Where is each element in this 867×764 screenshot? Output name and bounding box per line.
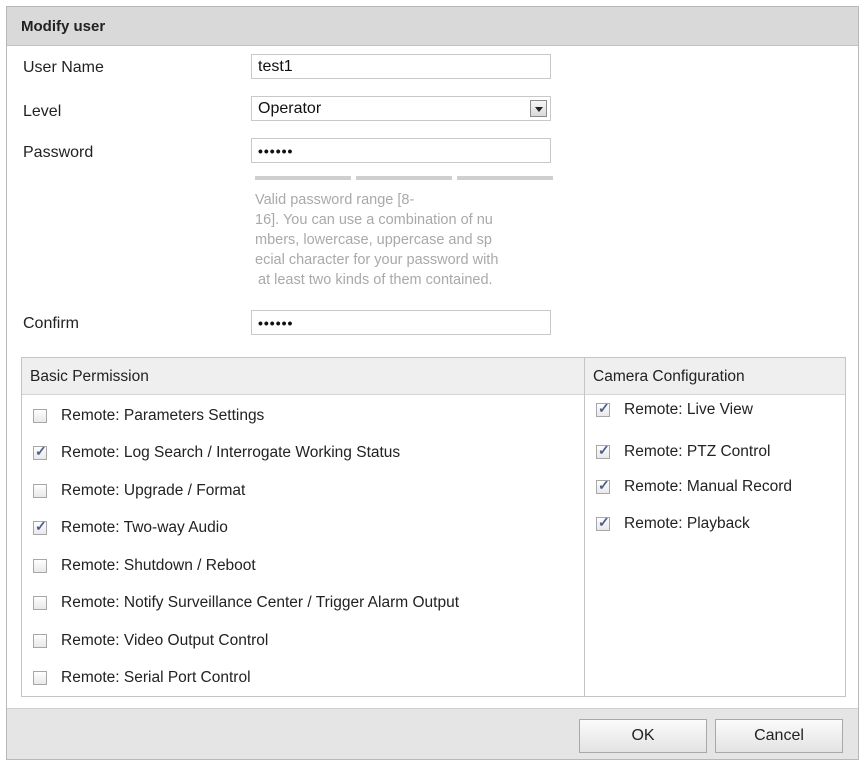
- camera-configuration-item-label: Remote: Manual Record: [624, 478, 792, 495]
- basic-permission-item[interactable]: Remote: Parameters Settings: [33, 407, 264, 425]
- permission-panel: Basic Permission Camera Configuration Re…: [21, 357, 846, 697]
- camera-configuration-item-label: Remote: Live View: [624, 401, 753, 418]
- camera-configuration-header: Camera Configuration: [585, 358, 845, 395]
- camera-configuration-item[interactable]: Remote: PTZ Control: [596, 442, 771, 461]
- basic-permission-item[interactable]: Remote: Notify Surveillance Center / Tri…: [33, 594, 459, 612]
- checkbox-checked[interactable]: [596, 400, 610, 417]
- password-label: Password: [23, 144, 94, 161]
- checkbox-unchecked[interactable]: [33, 596, 47, 610]
- checkbox-unchecked[interactable]: [33, 409, 47, 423]
- basic-permission-item[interactable]: Remote: Serial Port Control: [33, 669, 251, 687]
- password-strength-segment: [356, 176, 452, 180]
- password-strength-segment: [255, 176, 351, 180]
- checkbox-checked[interactable]: [33, 518, 47, 535]
- basic-permission-item-label: Remote: Two-way Audio: [61, 519, 228, 536]
- password-hint-line: ecial character for your password with: [255, 252, 499, 268]
- user-name-label: User Name: [23, 59, 104, 76]
- checkbox-checked[interactable]: [596, 514, 610, 531]
- panel-divider: [584, 358, 585, 696]
- user-name-input[interactable]: test1: [251, 54, 551, 79]
- password-hint-line: Valid password range [8-: [255, 192, 415, 208]
- basic-permission-title: Basic Permission: [30, 368, 149, 385]
- checkbox-unchecked[interactable]: [33, 484, 47, 498]
- basic-permission-item[interactable]: Remote: Log Search / Interrogate Working…: [33, 443, 401, 462]
- camera-configuration-item[interactable]: Remote: Playback: [596, 514, 750, 533]
- password-hint-line: at least two kinds of them contained.: [258, 272, 493, 288]
- checkbox-checked[interactable]: [33, 443, 47, 460]
- basic-permission-item[interactable]: Remote: Two-way Audio: [33, 518, 228, 537]
- chevron-down-icon[interactable]: [530, 100, 547, 117]
- level-select[interactable]: Operator: [251, 96, 551, 121]
- dialog-title: Modify user: [21, 18, 106, 35]
- level-select-value: Operator: [258, 100, 322, 117]
- basic-permission-item-label: Remote: Video Output Control: [61, 632, 269, 649]
- basic-permission-item[interactable]: Remote: Video Output Control: [33, 632, 268, 650]
- cancel-button[interactable]: Cancel: [715, 719, 843, 753]
- confirm-password-input[interactable]: ••••••: [251, 310, 551, 335]
- basic-permission-header: Basic Permission: [22, 358, 584, 395]
- basic-permission-item-label: Remote: Serial Port Control: [61, 669, 251, 686]
- confirm-label: Confirm: [23, 315, 80, 332]
- password-strength-segment: [457, 176, 553, 180]
- basic-permission-item-label: Remote: Log Search / Interrogate Working…: [61, 444, 401, 461]
- checkbox-unchecked[interactable]: [33, 634, 47, 648]
- dialog-footer: OK Cancel: [7, 708, 858, 759]
- password-input[interactable]: ••••••: [251, 138, 551, 163]
- checkbox-checked[interactable]: [596, 442, 610, 459]
- checkbox-unchecked[interactable]: [33, 671, 47, 685]
- basic-permission-item[interactable]: Remote: Upgrade / Format: [33, 482, 245, 500]
- camera-configuration-item-label: Remote: PTZ Control: [624, 443, 771, 460]
- basic-permission-item-label: Remote: Upgrade / Format: [61, 482, 246, 499]
- camera-configuration-item-label: Remote: Playback: [624, 515, 750, 532]
- camera-configuration-title: Camera Configuration: [593, 368, 745, 385]
- checkbox-checked[interactable]: [596, 477, 610, 494]
- camera-configuration-item[interactable]: Remote: Live View: [596, 400, 753, 419]
- basic-permission-item-label: Remote: Shutdown / Reboot: [61, 557, 256, 574]
- password-hint-line: mbers, lowercase, uppercase and sp: [255, 232, 492, 248]
- ok-button[interactable]: OK: [579, 719, 707, 753]
- basic-permission-item-label: Remote: Notify Surveillance Center / Tri…: [61, 594, 459, 611]
- password-hint: Valid password range [8- 16]. You can us…: [255, 190, 555, 290]
- level-label: Level: [23, 103, 62, 120]
- modify-user-dialog: Modify user User Name test1 Level Operat…: [6, 6, 859, 760]
- dialog-titlebar: Modify user: [7, 7, 858, 46]
- checkbox-unchecked[interactable]: [33, 559, 47, 573]
- basic-permission-item[interactable]: Remote: Shutdown / Reboot: [33, 557, 256, 575]
- password-hint-line: 16]. You can use a combination of nu: [255, 212, 493, 228]
- camera-configuration-item[interactable]: Remote: Manual Record: [596, 477, 792, 496]
- basic-permission-item-label: Remote: Parameters Settings: [61, 407, 265, 424]
